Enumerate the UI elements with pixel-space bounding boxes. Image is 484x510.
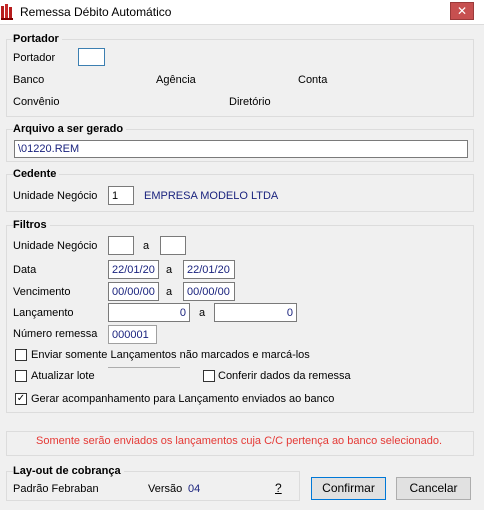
data-from-input[interactable]: 22/01/20	[108, 260, 159, 279]
lancamento-label: Lançamento	[13, 307, 74, 319]
close-icon: ✕	[456, 4, 468, 18]
numero-remessa-input[interactable]: 000001	[108, 325, 157, 344]
enviar-checkbox-label: Enviar somente Lançamentos não marcados …	[31, 349, 310, 361]
layout-cobranca-title: Lay-out de cobrança	[13, 465, 124, 477]
versao-value: 04	[188, 483, 201, 495]
atualizar-lote-checkbox[interactable]	[15, 370, 27, 382]
filtro-unidade-from-input[interactable]	[108, 236, 134, 255]
window-title: Remessa Débito Automático	[20, 5, 172, 19]
filtro-unidade-a-label: a	[143, 240, 150, 252]
lancamento-a-label: a	[199, 307, 206, 319]
vencimento-a-label: a	[166, 286, 173, 298]
vencimento-to-input[interactable]: 00/00/00	[183, 282, 235, 301]
atualizar-lote-label: Atualizar lote	[31, 370, 95, 382]
cancel-button[interactable]: Cancelar	[396, 477, 471, 500]
warning-text: Somente serão enviados os lançamentos cu…	[36, 435, 443, 447]
data-a-label: a	[166, 264, 173, 276]
enviar-checkbox[interactable]	[15, 349, 27, 361]
cedente-group-title: Cedente	[13, 168, 60, 180]
diretorio-label: Diretório	[229, 96, 271, 108]
gerar-checkbox-label: Gerar acompanhamento para Lançamento env…	[31, 393, 335, 405]
vencimento-from-input[interactable]: 00/00/00	[108, 282, 159, 301]
close-button[interactable]: ✕	[450, 2, 474, 20]
filtro-unidade-label: Unidade Negócio	[13, 240, 98, 252]
agencia-label: Agência	[156, 74, 196, 86]
filtro-unidade-to-input[interactable]	[160, 236, 186, 255]
vencimento-label: Vencimento	[13, 286, 71, 298]
confirm-button[interactable]: Confirmar	[311, 477, 386, 500]
cedente-unidade-label: Unidade Negócio	[13, 190, 98, 202]
help-link[interactable]: ?	[275, 481, 282, 495]
arquivo-group-title: Arquivo a ser gerado	[13, 123, 127, 135]
data-label: Data	[13, 264, 37, 276]
numero-remessa-label: Número remessa	[13, 328, 98, 340]
cedente-unidade-input[interactable]: 1	[108, 186, 134, 205]
checkmark-icon: ✓	[16, 393, 26, 404]
portador-label: Portador	[13, 52, 56, 64]
versao-label: Versão	[148, 483, 183, 495]
portador-group-title: Portador	[13, 33, 62, 45]
app-icon	[1, 4, 13, 20]
padrao-text: Padrão Febraban	[13, 483, 99, 495]
gerar-checkbox[interactable]: ✓	[15, 393, 27, 405]
title-bar: Remessa Débito Automático ✕	[0, 0, 484, 25]
lote-field-underline	[108, 367, 180, 368]
banco-label: Banco	[13, 74, 45, 86]
conferir-checkbox[interactable]	[203, 370, 215, 382]
convenio-label: Convênio	[13, 96, 60, 108]
lancamento-to-input[interactable]: 0	[214, 303, 297, 322]
filtros-group-title: Filtros	[13, 219, 50, 231]
conta-label: Conta	[298, 74, 328, 86]
lancamento-from-input[interactable]: 0	[108, 303, 190, 322]
conferir-checkbox-label: Conferir dados da remessa	[218, 370, 351, 382]
empresa-name: EMPRESA MODELO LTDA	[144, 190, 279, 202]
portador-input[interactable]	[78, 48, 105, 66]
arquivo-input[interactable]: \01220.REM	[14, 140, 468, 158]
data-to-input[interactable]: 22/01/20	[183, 260, 235, 279]
